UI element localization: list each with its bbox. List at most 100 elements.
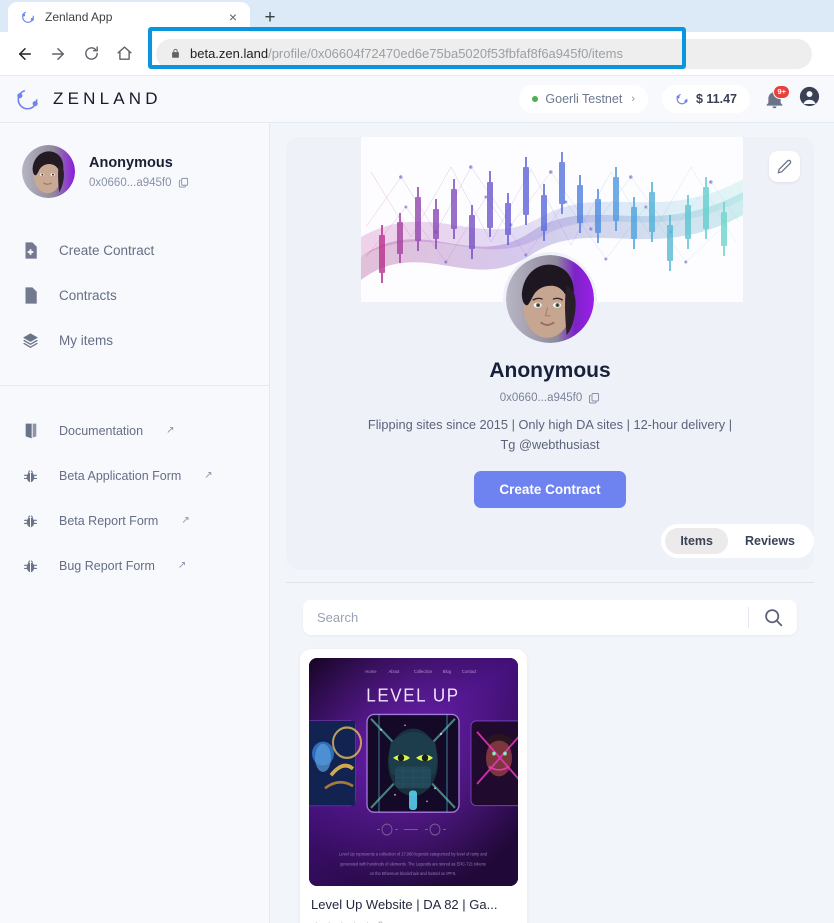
balance-amount: $ 11.47 — [695, 92, 737, 106]
sidebar-item-documentation[interactable]: Documentation ↗ — [0, 408, 269, 453]
tab-reviews[interactable]: Reviews — [730, 528, 810, 554]
notification-badge: 9+ — [773, 84, 790, 99]
search-input[interactable] — [303, 609, 748, 625]
address-bar-url: beta.zen.land/profile/0x06604f72470ed6e7… — [190, 46, 623, 61]
svg-text:Blog: Blog — [443, 669, 452, 674]
profile-avatar — [503, 252, 597, 346]
close-icon[interactable]: × — [224, 8, 242, 26]
star-icon: ★ — [337, 920, 348, 923]
sidebar-profile-address: 0x0660...a945f0 — [89, 177, 189, 189]
sidebar-profile-text: Anonymous 0x0660...a945f0 — [89, 155, 189, 189]
svg-text:generated with hundreds of ele: generated with hundreds of elements. The… — [340, 861, 486, 866]
svg-text:Collection: Collection — [414, 669, 433, 674]
sidebar-item-label: Beta Application Form — [59, 468, 182, 483]
zenland-logo-icon — [676, 93, 688, 105]
network-selector[interactable]: Goerli Testnet › — [519, 85, 648, 113]
sidebar-profile[interactable]: Anonymous 0x0660...a945f0 — [0, 145, 269, 198]
network-label: Goerli Testnet — [545, 92, 623, 106]
create-contract-button[interactable]: Create Contract — [474, 470, 626, 508]
zenland-logo-icon — [17, 88, 38, 110]
page-title: Anonymous — [489, 359, 611, 382]
search-row — [286, 583, 814, 635]
address-bar-region: beta.zen.land/profile/0x06604f72470ed6e7… — [148, 26, 824, 69]
browser-tab[interactable]: Zenland App × — [8, 2, 250, 32]
brand-logo-link[interactable]: ZENLAND — [14, 86, 162, 113]
account-circle-icon — [799, 86, 820, 107]
bug-icon — [22, 558, 39, 574]
search-icon — [764, 608, 782, 626]
svg-text:Contact: Contact — [462, 669, 477, 674]
items-grid: Home About Collection Blog Contact LEVEL… — [286, 635, 814, 923]
profile-banner — [286, 137, 814, 346]
book-icon — [22, 423, 39, 439]
svg-text:Home: Home — [365, 669, 377, 674]
sidebar-item-label: Create Contract — [59, 243, 155, 258]
new-tab-button[interactable]: + — [256, 3, 284, 31]
profile-bio: Flipping sites since 2015 | Only high DA… — [367, 417, 733, 452]
sidebar-item-label: Documentation — [59, 423, 144, 438]
pencil-icon — [777, 159, 792, 174]
address-bar[interactable]: beta.zen.land/profile/0x06604f72470ed6e7… — [156, 38, 812, 69]
profile-address: 0x0660...a945f0 — [286, 392, 814, 404]
copy-icon[interactable] — [178, 177, 189, 188]
edit-profile-button[interactable] — [769, 151, 800, 182]
sidebar-item-my-items[interactable]: My items — [0, 318, 269, 363]
file-icon — [22, 287, 39, 304]
profile-tabs: Items Reviews — [661, 523, 814, 558]
sidebar-item-label: Bug Report Form — [59, 558, 155, 573]
item-title: Level Up Website | DA 82 | Ga... — [311, 896, 498, 912]
url-domain: beta.zen.land — [190, 46, 269, 61]
sidebar-item-label: Contracts — [59, 288, 117, 303]
forward-button[interactable] — [43, 39, 73, 69]
sidebar-item-bug-report-form[interactable]: Bug Report Form ↗ — [0, 543, 269, 588]
arrow-left-icon — [19, 47, 31, 60]
address-text: 0x0660...a945f0 — [89, 176, 172, 189]
copy-icon[interactable] — [588, 392, 600, 404]
file-plus-icon — [22, 242, 39, 259]
balance-pill[interactable]: $ 11.47 — [661, 85, 750, 113]
sidebar-item-beta-application-form[interactable]: Beta Application Form ↗ — [0, 453, 269, 498]
star-icon: ★ — [349, 920, 360, 923]
brand-name: ZENLAND — [53, 89, 162, 108]
sidebar-item-create-contract[interactable]: Create Contract — [0, 228, 269, 273]
external-link-icon: ↗ — [177, 560, 187, 571]
sidebar-secondary-nav: Documentation ↗ Beta Application Form ↗ … — [0, 385, 269, 588]
profile-tabs-wrap: Items Reviews — [286, 508, 814, 558]
sidebar-item-label: My items — [59, 333, 113, 348]
tab-items[interactable]: Items — [665, 527, 728, 554]
main-content: Anonymous 0x0660...a945f0 Flipping sites… — [270, 123, 834, 923]
svg-text:Level Up represents a collecti: Level Up represents a collection of 17,0… — [339, 851, 488, 856]
back-button[interactable] — [10, 39, 40, 69]
star-icon: ★ — [362, 920, 373, 923]
search-button[interactable] — [749, 607, 797, 628]
item-rating: ★ ★ ★ ★ ★ 0 — [311, 920, 516, 923]
home-button[interactable] — [109, 39, 139, 69]
item-card[interactable]: Home About Collection Blog Contact LEVEL… — [300, 648, 527, 923]
lock-icon — [172, 48, 179, 58]
browser-tab-title: Zenland App — [45, 10, 113, 24]
external-link-icon: ↗ — [181, 515, 190, 526]
account-button[interactable] — [799, 86, 820, 112]
chevron-right-icon: › — [631, 93, 635, 105]
sidebar-primary-nav: Create Contract Contracts My items — [0, 228, 269, 363]
app-header: ZENLAND Goerli Testnet › $ 11.47 9+ — [0, 76, 834, 123]
star-icon: ★ — [324, 920, 335, 923]
zenland-logo-icon — [22, 11, 34, 23]
sidebar-item-beta-report-form[interactable]: Beta Report Form ↗ — [0, 498, 269, 543]
url-path: /profile/0x06604f72470ed6e75ba5020f53fbf… — [268, 46, 623, 61]
svg-text:on the Ethereum blockchain and: on the Ethereum blockchain and hosted on… — [370, 871, 457, 876]
app-body: Anonymous 0x0660...a945f0 Create Contrac… — [0, 123, 834, 923]
header-actions: Goerli Testnet › $ 11.47 9+ — [519, 84, 820, 113]
browser-toolbar: beta.zen.land/profile/0x06604f72470ed6e7… — [0, 26, 834, 76]
svg-text:LEVEL UP: LEVEL UP — [366, 684, 459, 705]
notifications-button[interactable]: 9+ — [764, 84, 790, 110]
reload-button[interactable] — [76, 39, 106, 69]
browser-tab-strip: Zenland App × + — [0, 0, 834, 32]
arrow-right-icon — [52, 47, 64, 60]
sidebar-profile-name: Anonymous — [89, 154, 173, 171]
sidebar-item-contracts[interactable]: Contracts — [0, 273, 269, 318]
layers-icon — [22, 332, 39, 349]
sidebar-item-label: Beta Report Form — [59, 513, 159, 528]
star-icon: ★ — [311, 920, 322, 923]
